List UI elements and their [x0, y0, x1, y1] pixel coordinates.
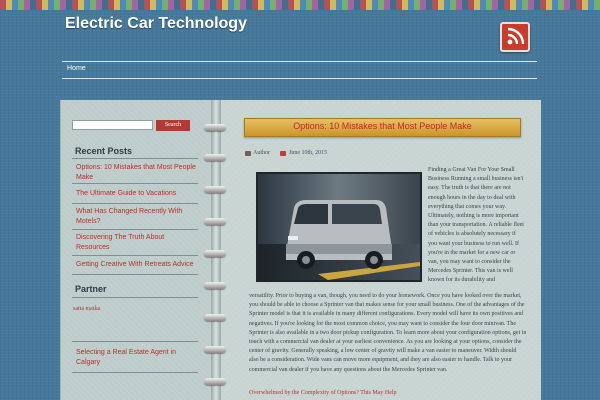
widget-divider	[72, 372, 198, 373]
recent-post-link[interactable]: What Has Changed Recently With Motels?	[76, 207, 196, 227]
binder-ring	[204, 282, 226, 289]
search-button[interactable]: Search	[156, 120, 190, 131]
related-post-link[interactable]: Overwhelmed by the Complexity of Options…	[249, 390, 397, 396]
rss-feed-icon	[507, 27, 525, 45]
nav-bottom-rule	[62, 78, 537, 79]
binder-ring	[204, 218, 226, 225]
binder-ring	[204, 314, 226, 321]
van-image-icon	[258, 174, 420, 280]
binder-ring	[204, 124, 226, 131]
nav-home-link[interactable]: Home	[67, 65, 86, 72]
recent-post-link[interactable]: Getting Creative With Retreats Advice	[76, 260, 196, 270]
widget-divider	[72, 274, 198, 275]
recent-post-link[interactable]: The Ultimate Guide to Vacations	[76, 189, 196, 199]
decorative-header-strip	[0, 0, 600, 10]
widget-divider	[72, 297, 198, 298]
recent-post-link[interactable]: Options: 10 Mistakes that Most People Ma…	[76, 163, 196, 183]
binder-ring	[204, 346, 226, 353]
post-date: June 10th, 2015	[289, 150, 328, 156]
nav-top-rule	[62, 61, 537, 62]
calendar-icon	[280, 151, 286, 156]
binder-ring	[204, 154, 226, 161]
binder-ring	[204, 186, 226, 193]
post-title[interactable]: Options: 10 Mistakes that Most People Ma…	[244, 121, 521, 131]
post-body-column: Finding a Great Van For Your Small Busin…	[428, 167, 524, 284]
search-input[interactable]	[72, 120, 153, 130]
post-body-full: versatility. Prior to buying a van, thou…	[249, 293, 527, 373]
binder-ring	[204, 378, 226, 385]
site-title[interactable]: Electric Car Technology	[65, 15, 247, 33]
widget-divider	[72, 203, 198, 204]
partner-link[interactable]: satta matka	[73, 306, 100, 312]
binder-ring	[204, 250, 226, 257]
sidebar-extra-link[interactable]: Selecting a Real Estate Agent in Calgary	[76, 348, 196, 368]
recent-post-link[interactable]: Discovering The Truth About Resources	[76, 233, 196, 253]
widget-divider	[72, 255, 198, 256]
widget-divider	[72, 341, 198, 342]
post-author[interactable]: Author	[253, 150, 270, 156]
widget-divider	[72, 229, 198, 230]
rss-icon[interactable]	[500, 22, 530, 52]
widget-divider	[72, 158, 198, 159]
van-photo	[256, 172, 422, 282]
author-icon	[245, 151, 251, 156]
partner-heading: Partner	[75, 284, 107, 294]
widget-divider	[72, 183, 198, 184]
recent-posts-heading: Recent Posts	[75, 146, 133, 156]
